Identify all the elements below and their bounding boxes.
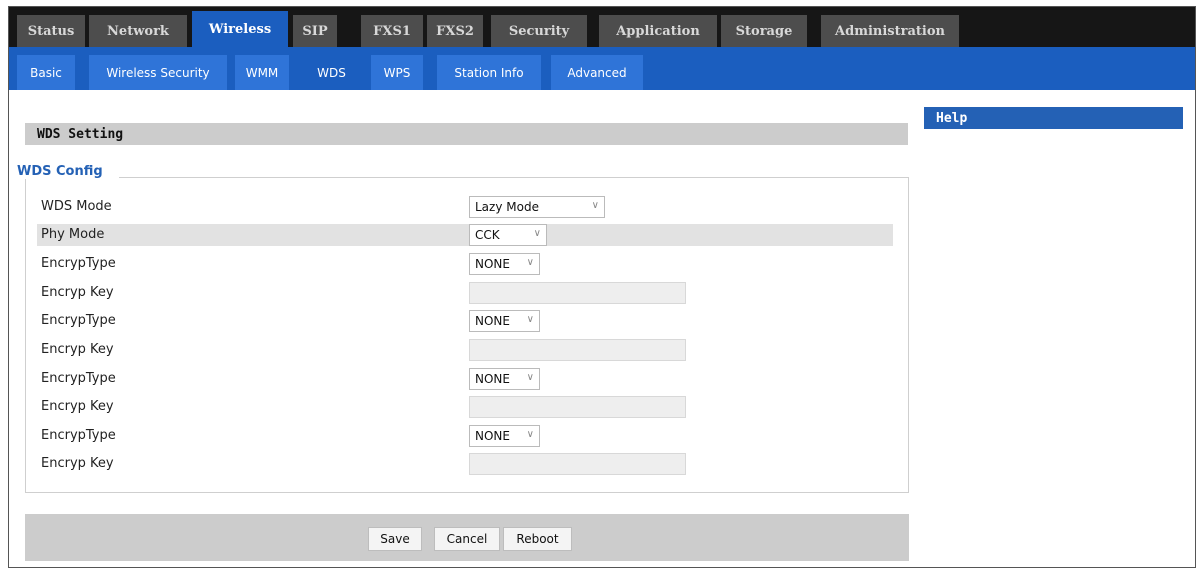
tab-status[interactable]: Status xyxy=(17,15,87,47)
row-encryp-key-1: Encryp Key xyxy=(37,282,893,304)
select-value: NONE xyxy=(475,372,510,386)
field-label: Phy Mode xyxy=(41,227,105,242)
row-encryp-type-2: EncrypType NONE ∨ xyxy=(37,310,893,332)
field-label: EncrypType xyxy=(41,256,116,271)
tab-wireless[interactable]: Wireless xyxy=(192,11,290,47)
chevron-down-icon: ∨ xyxy=(526,372,534,383)
wds-mode-select[interactable]: Lazy Mode ∨ xyxy=(469,196,605,218)
encryp-key-input-3[interactable] xyxy=(469,396,686,418)
field-label: EncrypType xyxy=(41,371,116,386)
field-label: WDS Mode xyxy=(41,199,112,214)
encryp-type-select-3[interactable]: NONE ∨ xyxy=(469,368,540,390)
subtab-wps[interactable]: WPS xyxy=(371,55,425,90)
row-encryp-key-3: Encryp Key xyxy=(37,396,893,418)
router-admin-page: Status Network Wireless SIP FXS1 FXS2 Se… xyxy=(8,6,1196,568)
phy-mode-select[interactable]: CCK ∨ xyxy=(469,224,547,246)
tab-fxs1[interactable]: FXS1 xyxy=(361,15,425,47)
tab-security[interactable]: Security xyxy=(491,15,589,47)
chevron-down-icon: ∨ xyxy=(526,257,534,268)
tab-storage[interactable]: Storage xyxy=(721,15,809,47)
encryp-key-input-2[interactable] xyxy=(469,339,686,361)
subtab-wmm[interactable]: WMM xyxy=(235,55,291,90)
tab-fxs2[interactable]: FXS2 xyxy=(427,15,485,47)
row-encryp-type-4: EncrypType NONE ∨ xyxy=(37,425,893,447)
row-encryp-type-1: EncrypType NONE ∨ xyxy=(37,253,893,275)
cancel-button[interactable]: Cancel xyxy=(434,527,500,551)
row-encryp-key-4: Encryp Key xyxy=(37,453,893,475)
subtab-station-info[interactable]: Station Info xyxy=(437,55,543,90)
help-panel-title: Help xyxy=(924,107,1183,129)
encryp-type-select-2[interactable]: NONE ∨ xyxy=(469,310,540,332)
select-value: NONE xyxy=(475,429,510,443)
subtab-basic[interactable]: Basic xyxy=(17,55,77,90)
chevron-down-icon: ∨ xyxy=(526,314,534,325)
row-encryp-type-3: EncrypType NONE ∨ xyxy=(37,368,893,390)
tab-network[interactable]: Network xyxy=(89,15,189,47)
subtab-advanced[interactable]: Advanced xyxy=(551,55,645,90)
field-label: Encryp Key xyxy=(41,399,114,414)
select-value: CCK xyxy=(475,228,500,242)
sub-nav: Basic Wireless Security WMM WDS WPS Stat… xyxy=(9,47,1195,90)
tab-application[interactable]: Application xyxy=(599,15,719,47)
section-title: WDS Setting xyxy=(25,123,908,145)
fieldset-legend: WDS Config xyxy=(15,164,119,179)
encryp-key-input-1[interactable] xyxy=(469,282,686,304)
field-label: EncrypType xyxy=(41,428,116,443)
encryp-type-select-4[interactable]: NONE ∨ xyxy=(469,425,540,447)
row-encryp-key-2: Encryp Key xyxy=(37,339,893,361)
chevron-down-icon: ∨ xyxy=(526,429,534,440)
chevron-down-icon: ∨ xyxy=(591,200,599,211)
subtab-wds[interactable]: WDS xyxy=(305,55,360,90)
select-value: NONE xyxy=(475,314,510,328)
tab-sip[interactable]: SIP xyxy=(293,15,339,47)
encryp-key-input-4[interactable] xyxy=(469,453,686,475)
chevron-down-icon: ∨ xyxy=(533,228,541,239)
button-bar: Save Cancel Reboot xyxy=(25,514,909,561)
select-value: NONE xyxy=(475,257,510,271)
row-wds-mode: WDS Mode Lazy Mode ∨ xyxy=(37,196,893,218)
tab-administration[interactable]: Administration xyxy=(821,15,961,47)
row-phy-mode: Phy Mode CCK ∨ xyxy=(37,224,893,246)
field-label: Encryp Key xyxy=(41,456,114,471)
field-label: EncrypType xyxy=(41,313,116,328)
field-label: Encryp Key xyxy=(41,342,114,357)
encryp-type-select-1[interactable]: NONE ∨ xyxy=(469,253,540,275)
field-label: Encryp Key xyxy=(41,285,114,300)
top-nav: Status Network Wireless SIP FXS1 FXS2 Se… xyxy=(9,7,1195,47)
select-value: Lazy Mode xyxy=(475,200,539,214)
reboot-button[interactable]: Reboot xyxy=(503,527,572,551)
subtab-wireless-security[interactable]: Wireless Security xyxy=(89,55,229,90)
save-button[interactable]: Save xyxy=(368,527,422,551)
